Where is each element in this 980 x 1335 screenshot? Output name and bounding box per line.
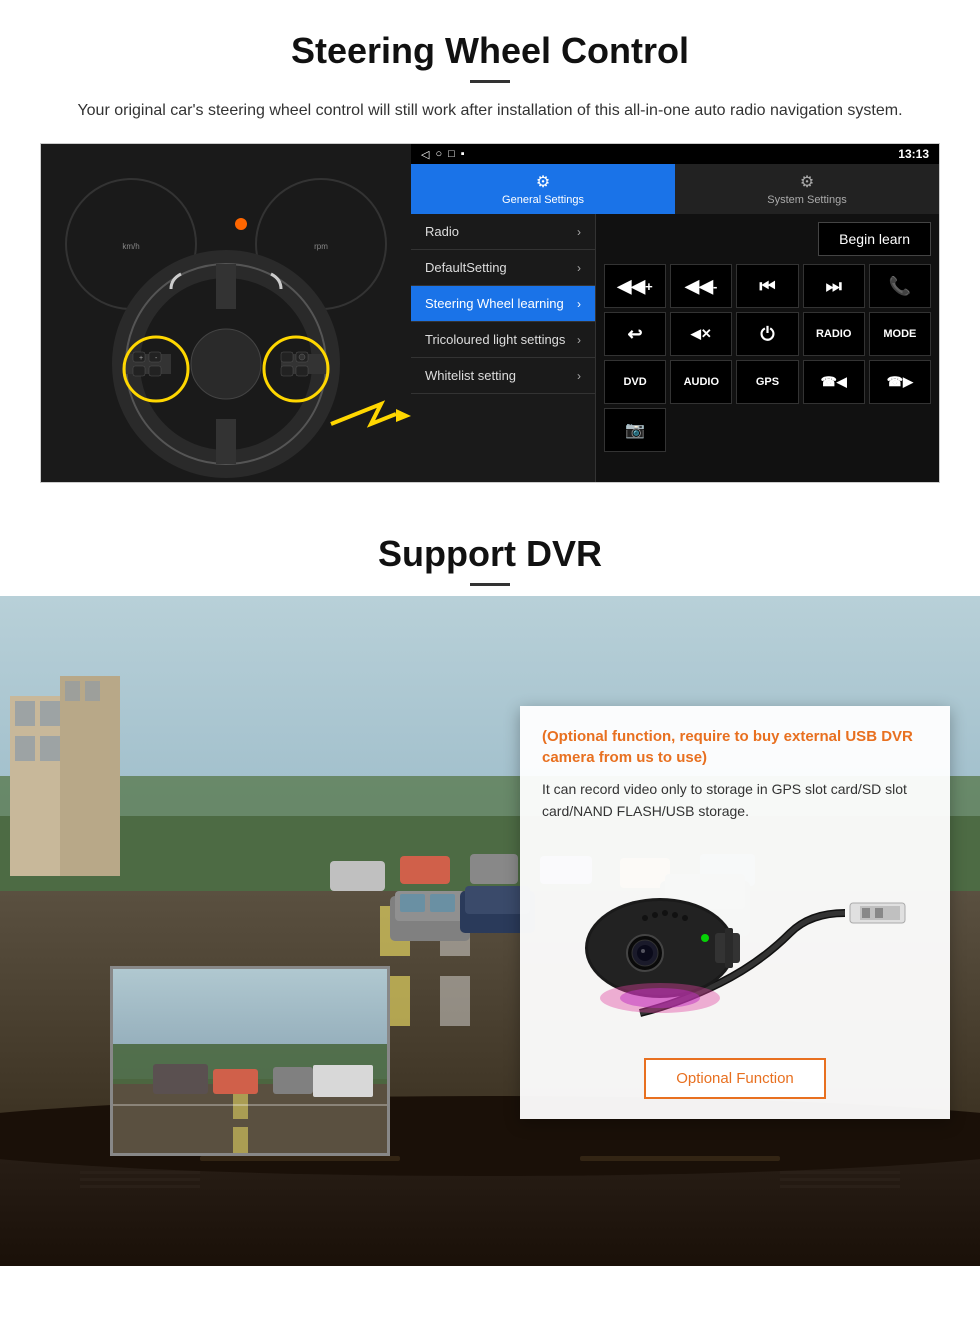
menu-item-steering-wheel[interactable]: Steering Wheel learning › <box>411 286 595 322</box>
control-btn-row3: DVD AUDIO GPS ☎◀ ☎▶ <box>604 360 931 404</box>
dvr-description-text: It can record video only to storage in G… <box>542 778 928 823</box>
android-statusbar: ◁ ○ □ ▪ 13:13 <box>411 144 939 164</box>
optional-note-text: (Optional function, require to buy exter… <box>542 726 928 768</box>
dvr-thumbnail-svg <box>113 969 390 1156</box>
vol-down-btn[interactable]: ◀◀- <box>670 264 732 308</box>
menu-icon[interactable]: ▪ <box>461 148 465 161</box>
dvr-divider <box>470 583 510 586</box>
steering-photo: km/h rpm <box>41 144 411 483</box>
panel-top-row: Begin learn <box>604 222 931 256</box>
system-settings-icon: ⚙ <box>800 172 814 192</box>
tab-general-label: General Settings <box>502 194 584 206</box>
dvr-camera-svg <box>560 843 910 1043</box>
page-title: Steering Wheel Control <box>40 30 940 72</box>
power-btn[interactable]: ⏻ <box>736 312 798 356</box>
vol-up-btn[interactable]: ◀◀+ <box>604 264 666 308</box>
radio-chevron-icon: › <box>577 225 581 239</box>
begin-learn-button[interactable]: Begin learn <box>818 222 931 256</box>
tab-general-settings[interactable]: ⚙ General Settings <box>411 164 675 214</box>
whitelist-chevron-icon: › <box>577 369 581 383</box>
control-btn-row4: 📷 <box>604 408 931 452</box>
dvr-video-thumbnail <box>110 966 390 1156</box>
mute-btn[interactable]: ◀✕ <box>670 312 732 356</box>
menu-steering-label: Steering Wheel learning <box>425 296 564 311</box>
home-icon[interactable]: ○ <box>435 148 442 161</box>
android-control-panel: Begin learn ◀◀+ ◀◀- ⏮ ⏭ 📞 ↩ ◀✕ ⏻ <box>596 214 939 482</box>
android-ui-panel: ◁ ○ □ ▪ 13:13 ⚙ General Settings ⚙ Syste… <box>411 144 939 482</box>
svg-text:rpm: rpm <box>314 242 328 251</box>
steering-wheel-svg: km/h rpm <box>41 144 411 483</box>
tab-system-label: System Settings <box>767 194 846 206</box>
audio-btn[interactable]: AUDIO <box>670 360 732 404</box>
prev-track-btn[interactable]: ⏮ <box>736 264 798 308</box>
dvr-section: Support DVR <box>0 503 980 1266</box>
tab-system-settings[interactable]: ⚙ System Settings <box>675 164 939 214</box>
menu-item-radio[interactable]: Radio › <box>411 214 595 250</box>
menu-tricoloured-label: Tricoloured light settings <box>425 332 565 347</box>
general-settings-icon: ⚙ <box>536 172 550 192</box>
dvr-background: (Optional function, require to buy exter… <box>0 596 980 1266</box>
dvr-device-area <box>542 843 928 1043</box>
menu-item-defaultsetting[interactable]: DefaultSetting › <box>411 250 595 286</box>
hangup-btn[interactable]: ↩ <box>604 312 666 356</box>
radio-btn[interactable]: RADIO <box>803 312 865 356</box>
subtitle-text: Your original car's steering wheel contr… <box>60 99 920 123</box>
title-divider <box>470 80 510 83</box>
statusbar-left-icons: ◁ ○ □ ▪ <box>421 148 465 161</box>
mode-btn[interactable]: MODE <box>869 312 931 356</box>
steering-content-area: km/h rpm <box>40 143 940 483</box>
phone-next-btn[interactable]: ☎▶ <box>869 360 931 404</box>
dvr-title: Support DVR <box>40 533 940 575</box>
dvd-btn[interactable]: DVD <box>604 360 666 404</box>
phone-btn[interactable]: 📞 <box>869 264 931 308</box>
svg-text:+: + <box>139 355 143 362</box>
default-chevron-icon: › <box>577 261 581 275</box>
dvr-header: Support DVR <box>0 503 980 596</box>
menu-item-tricoloured[interactable]: Tricoloured light settings › <box>411 322 595 358</box>
android-body: Radio › DefaultSetting › Steering Wheel … <box>411 214 939 482</box>
statusbar-time: 13:13 <box>898 147 929 161</box>
steering-section: Steering Wheel Control Your original car… <box>0 0 980 503</box>
menu-radio-label: Radio <box>425 224 459 239</box>
menu-default-label: DefaultSetting <box>425 260 507 275</box>
optional-function-button[interactable]: Optional Function <box>644 1058 826 1099</box>
control-btn-row2: ↩ ◀✕ ⏻ RADIO MODE <box>604 312 931 356</box>
menu-item-whitelist[interactable]: Whitelist setting › <box>411 358 595 394</box>
android-tabs: ⚙ General Settings ⚙ System Settings <box>411 164 939 214</box>
svg-text:km/h: km/h <box>122 242 139 251</box>
android-menu: Radio › DefaultSetting › Steering Wheel … <box>411 214 596 482</box>
gps-btn[interactable]: GPS <box>736 360 798 404</box>
phone-prev-btn[interactable]: ☎◀ <box>803 360 865 404</box>
control-btn-row1: ◀◀+ ◀◀- ⏮ ⏭ 📞 <box>604 264 931 308</box>
back-icon[interactable]: ◁ <box>421 148 429 161</box>
camera-btn[interactable]: 📷 <box>604 408 666 452</box>
square-icon[interactable]: □ <box>448 148 455 161</box>
dvr-info-card: (Optional function, require to buy exter… <box>520 706 950 1119</box>
next-track-btn[interactable]: ⏭ <box>803 264 865 308</box>
steering-chevron-icon: › <box>577 297 581 311</box>
menu-whitelist-label: Whitelist setting <box>425 368 516 383</box>
tricoloured-chevron-icon: › <box>577 333 581 347</box>
